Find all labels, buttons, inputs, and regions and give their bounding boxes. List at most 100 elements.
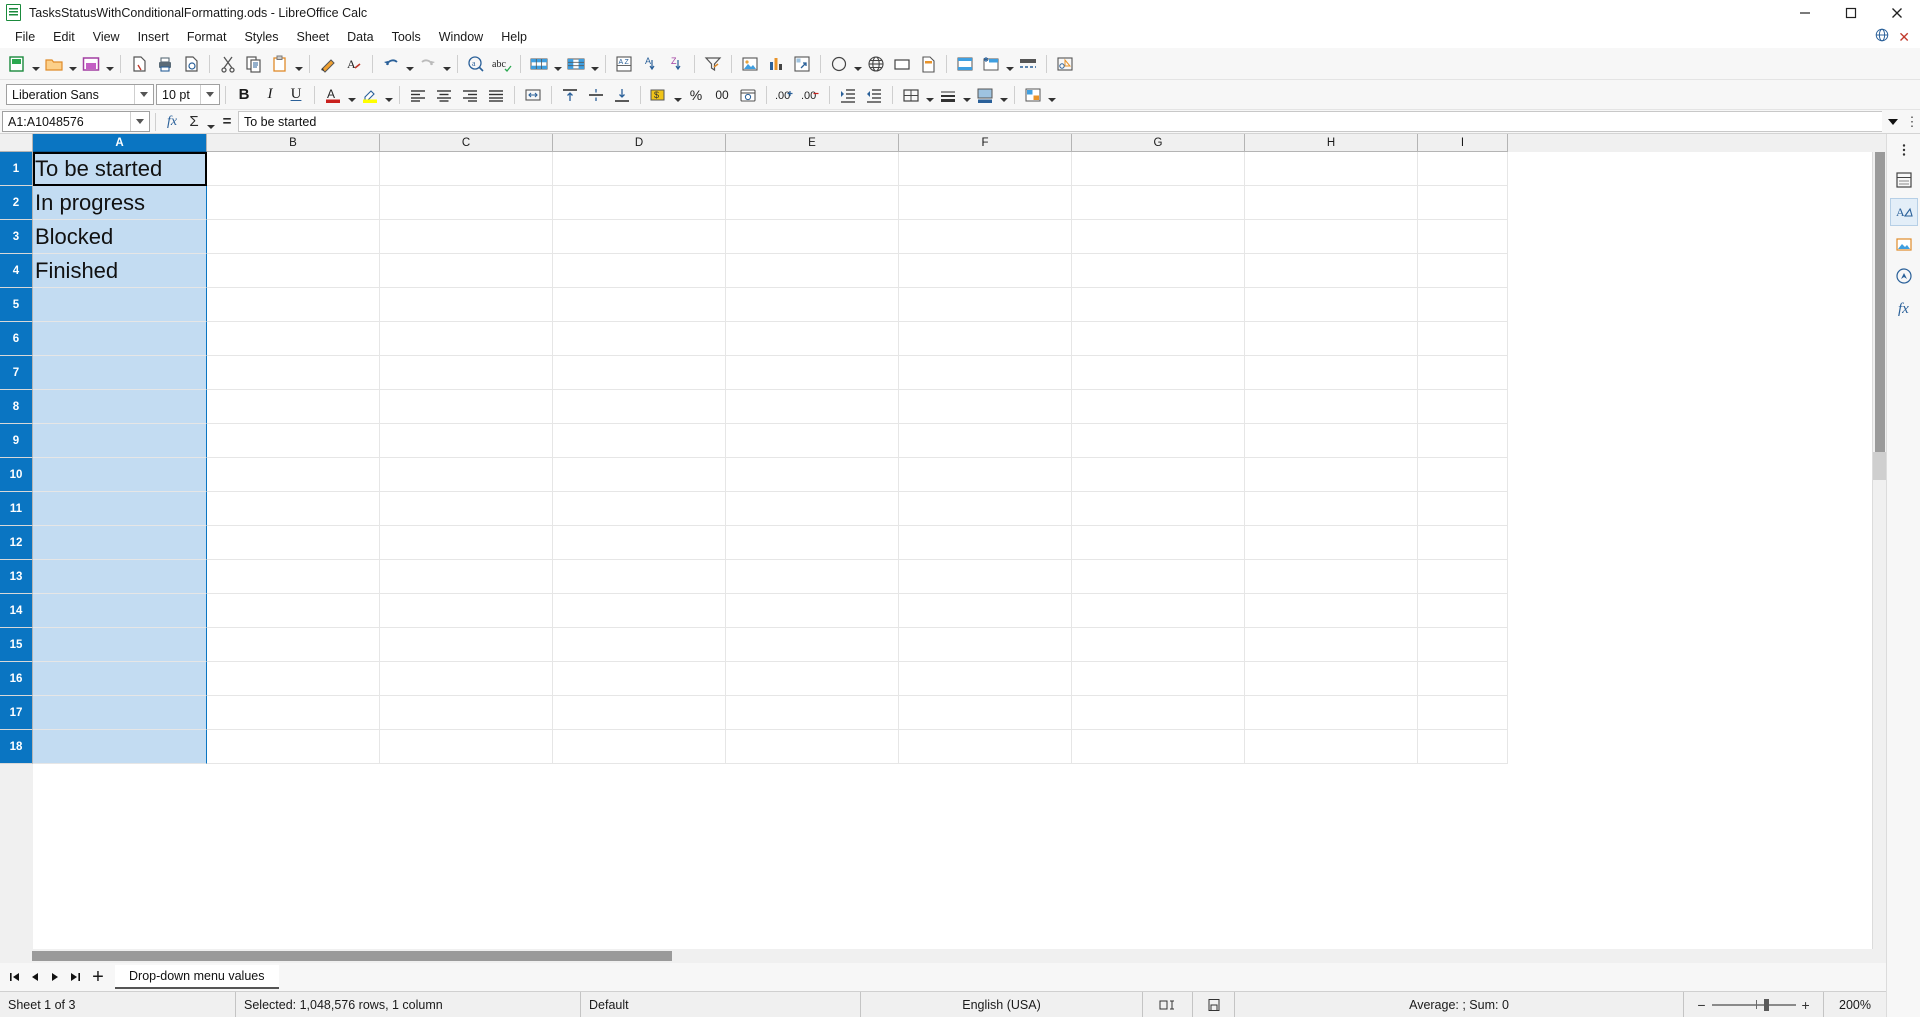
autofilter-icon[interactable]: [700, 51, 726, 77]
cell-G1[interactable]: [1072, 152, 1245, 186]
cell-A12[interactable]: [33, 526, 207, 560]
redo-icon[interactable]: [415, 51, 441, 77]
row-header-16[interactable]: 16: [0, 662, 33, 696]
bold-button[interactable]: B: [231, 82, 257, 108]
row-header-3[interactable]: 3: [0, 220, 33, 254]
cell-C13[interactable]: [380, 560, 553, 594]
cell-F5[interactable]: [899, 288, 1072, 322]
cell-C5[interactable]: [380, 288, 553, 322]
open-file-icon[interactable]: [41, 51, 67, 77]
cell-H6[interactable]: [1245, 322, 1418, 356]
cell-G9[interactable]: [1072, 424, 1245, 458]
row-header-4[interactable]: 4: [0, 254, 33, 288]
cell-A7[interactable]: [33, 356, 207, 390]
row-header-9[interactable]: 9: [0, 424, 33, 458]
cell-F16[interactable]: [899, 662, 1072, 696]
first-sheet-button[interactable]: [5, 965, 25, 989]
cell-E15[interactable]: [726, 628, 899, 662]
cell-C14[interactable]: [380, 594, 553, 628]
cell-A16[interactable]: [33, 662, 207, 696]
delete-decimal-icon[interactable]: .00: [798, 82, 824, 108]
cell-H14[interactable]: [1245, 594, 1418, 628]
cell-C1[interactable]: [380, 152, 553, 186]
new-document-icon[interactable]: [4, 51, 30, 77]
cell-F9[interactable]: [899, 424, 1072, 458]
row-header-15[interactable]: 15: [0, 628, 33, 662]
cell-B4[interactable]: [207, 254, 380, 288]
column-header-g[interactable]: G: [1072, 134, 1245, 152]
menu-sheet[interactable]: Sheet: [287, 28, 338, 46]
row-header-7[interactable]: 7: [0, 356, 33, 390]
select-all-corner[interactable]: [0, 134, 33, 152]
cell-D2[interactable]: [553, 186, 726, 220]
cell-E16[interactable]: [726, 662, 899, 696]
menu-styles[interactable]: Styles: [235, 28, 287, 46]
cell-H8[interactable]: [1245, 390, 1418, 424]
cell-I14[interactable]: [1418, 594, 1508, 628]
align-right-icon[interactable]: [457, 82, 483, 108]
cell-G13[interactable]: [1072, 560, 1245, 594]
cell-B3[interactable]: [207, 220, 380, 254]
sidebar-functions[interactable]: fx: [1890, 294, 1918, 322]
cell-E9[interactable]: [726, 424, 899, 458]
cell-A6[interactable]: [33, 322, 207, 356]
row-header-8[interactable]: 8: [0, 390, 33, 424]
cell-E4[interactable]: [726, 254, 899, 288]
cell-C2[interactable]: [380, 186, 553, 220]
document-modified-icon[interactable]: [1193, 991, 1235, 1017]
horizontal-scrollbar[interactable]: [0, 949, 1886, 963]
cell-I18[interactable]: [1418, 730, 1508, 764]
cell-A4[interactable]: Finished: [33, 254, 207, 288]
cell-G14[interactable]: [1072, 594, 1245, 628]
cell-F10[interactable]: [899, 458, 1072, 492]
cell-A18[interactable]: [33, 730, 207, 764]
cell-E6[interactable]: [726, 322, 899, 356]
cell-C12[interactable]: [380, 526, 553, 560]
align-left-icon[interactable]: [405, 82, 431, 108]
cell-A14[interactable]: [33, 594, 207, 628]
cell-G17[interactable]: [1072, 696, 1245, 730]
save-icon[interactable]: [78, 51, 104, 77]
sidebar-settings-icon[interactable]: [1887, 138, 1920, 162]
cell-I11[interactable]: [1418, 492, 1508, 526]
image-icon[interactable]: [737, 51, 763, 77]
cell-C3[interactable]: [380, 220, 553, 254]
name-box[interactable]: A1:A1048576: [2, 111, 150, 132]
paste-icon[interactable]: [267, 51, 293, 77]
find-replace-icon[interactable]: a: [463, 51, 489, 77]
cell-G12[interactable]: [1072, 526, 1245, 560]
insert-column-icon[interactable]: [563, 51, 589, 77]
underline-button[interactable]: U: [283, 82, 309, 108]
insert-row-icon[interactable]: [526, 51, 552, 77]
vertical-split-handle[interactable]: [1873, 452, 1886, 480]
horizontal-scrollbar-thumb[interactable]: [32, 951, 672, 961]
highlight-color-dropdown[interactable]: [383, 82, 394, 108]
status-page-style[interactable]: Default: [581, 991, 861, 1017]
column-header-i[interactable]: I: [1418, 134, 1508, 152]
cell-G8[interactable]: [1072, 390, 1245, 424]
zoom-out-button[interactable]: −: [1697, 998, 1705, 1012]
zoom-slider-handle[interactable]: [1763, 998, 1769, 1011]
cell-F7[interactable]: [899, 356, 1072, 390]
font-size-combobox[interactable]: 10 pt: [156, 84, 220, 105]
cell-B10[interactable]: [207, 458, 380, 492]
row-header-1[interactable]: 1: [0, 152, 33, 186]
chart-icon[interactable]: [763, 51, 789, 77]
row-header-5[interactable]: 5: [0, 288, 33, 322]
cell-E10[interactable]: [726, 458, 899, 492]
cell-H9[interactable]: [1245, 424, 1418, 458]
currency-icon[interactable]: $: [646, 82, 672, 108]
undo-dropdown[interactable]: [404, 51, 415, 77]
cell-G15[interactable]: [1072, 628, 1245, 662]
comment-icon[interactable]: [915, 51, 941, 77]
cell-G18[interactable]: [1072, 730, 1245, 764]
column-header-c[interactable]: C: [380, 134, 553, 152]
cell-D8[interactable]: [553, 390, 726, 424]
insert-row-dropdown[interactable]: [552, 51, 563, 77]
decrease-indent-icon[interactable]: [861, 82, 887, 108]
cell-H13[interactable]: [1245, 560, 1418, 594]
kebab-menu-icon[interactable]: ⋮: [1904, 110, 1920, 134]
cell-I7[interactable]: [1418, 356, 1508, 390]
sort-ascending-icon[interactable]: A: [637, 51, 663, 77]
next-sheet-button[interactable]: [45, 965, 65, 989]
